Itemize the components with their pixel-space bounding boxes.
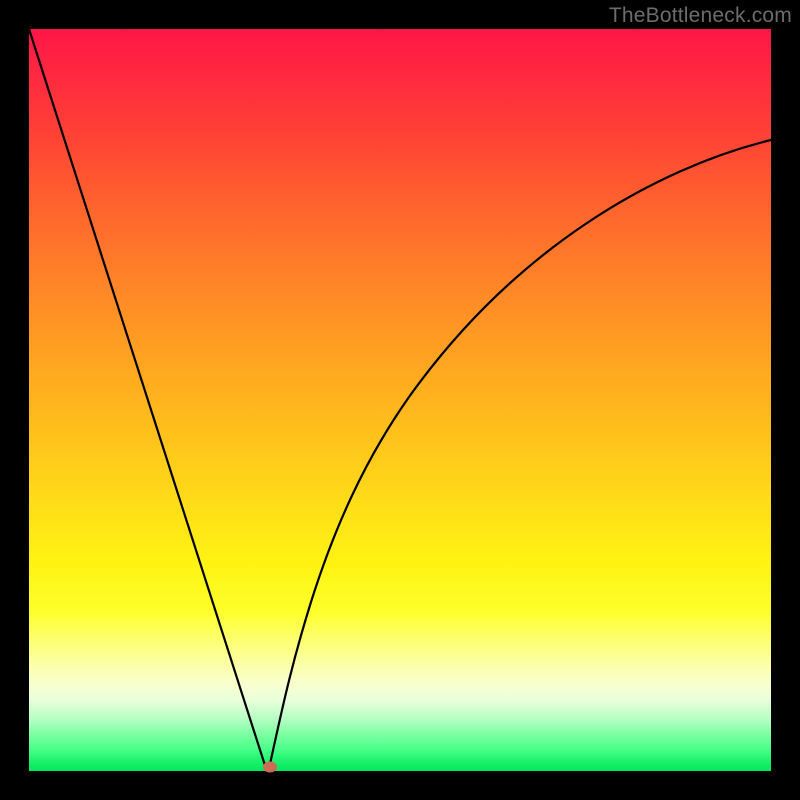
chart-frame: TheBottleneck.com <box>0 0 800 800</box>
minimum-marker <box>263 762 277 773</box>
curve-left-branch <box>29 29 266 767</box>
curve-right-branch <box>270 140 771 764</box>
watermark-text: TheBottleneck.com <box>609 4 792 28</box>
bottleneck-curve <box>29 29 771 771</box>
plot-area <box>29 29 771 771</box>
